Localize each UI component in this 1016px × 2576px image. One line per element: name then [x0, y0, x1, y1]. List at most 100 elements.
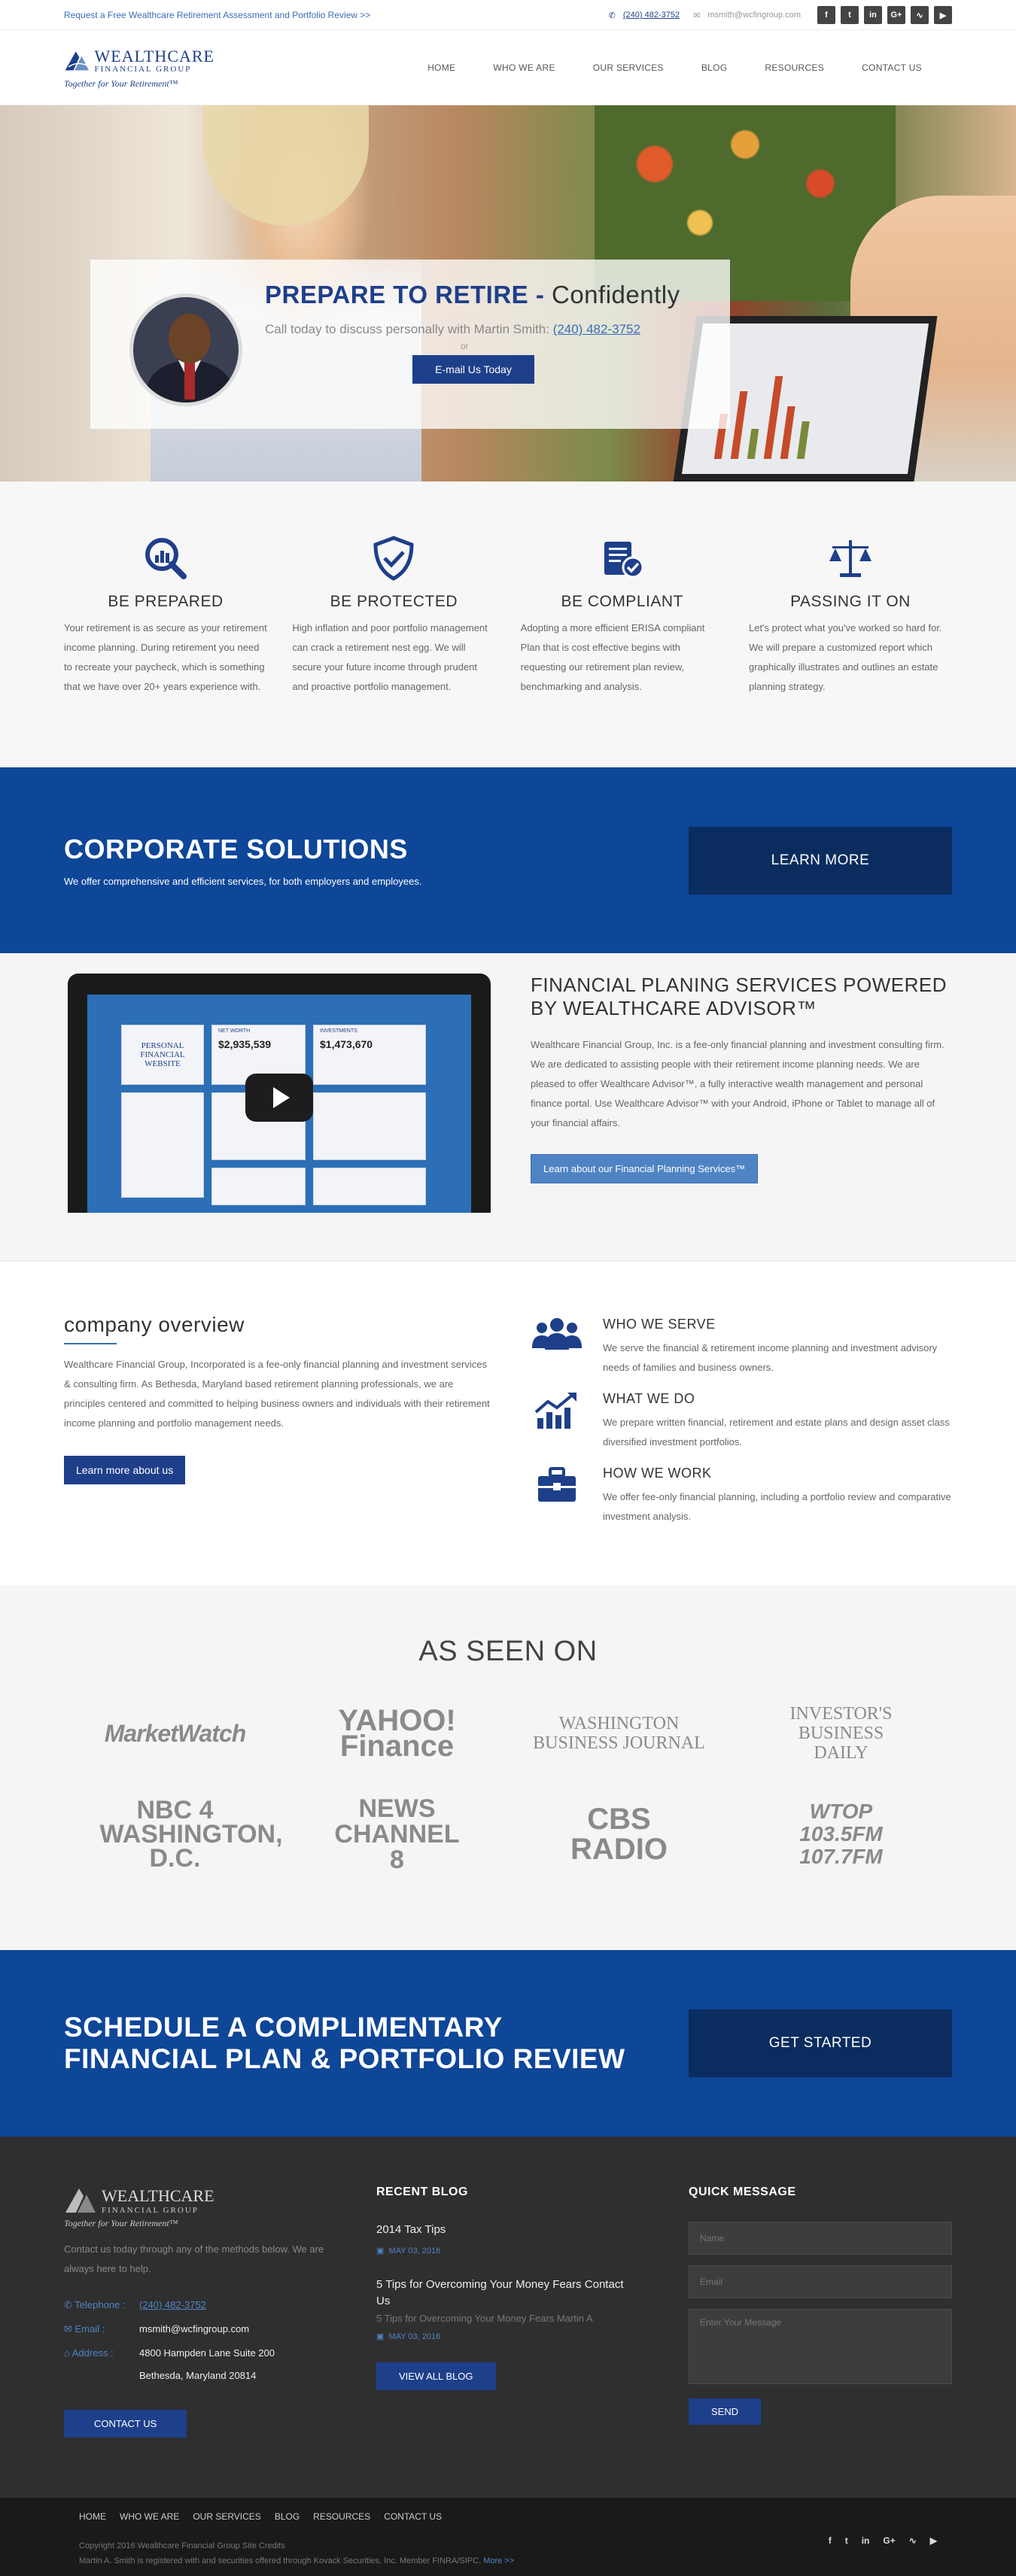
- who-we-serve-item: WHO WE SERVE We serve the financial & ret…: [531, 1317, 952, 1378]
- bottom-social-links: f t in G+ ∿ ▶: [829, 2535, 937, 2546]
- nav-home[interactable]: HOME: [427, 62, 455, 73]
- nav-our-services[interactable]: OUR SERVICES: [593, 62, 664, 73]
- facebook-icon[interactable]: f: [817, 6, 835, 24]
- bottom-nav-home[interactable]: HOME: [79, 2511, 106, 2522]
- nav-contact-us[interactable]: CONTACT US: [862, 62, 922, 73]
- planning-title: FINANCIAL PLANING SERVICES POWERED BY WE…: [531, 974, 948, 1019]
- hero-card: PREPARE TO RETIRE - Confidently Call tod…: [90, 260, 730, 429]
- company-overview-section: company overview Wealthcare Financial Gr…: [0, 1262, 1016, 1585]
- facebook-icon[interactable]: f: [829, 2535, 832, 2546]
- youtube-icon[interactable]: ▶: [934, 6, 952, 24]
- send-button[interactable]: SEND: [689, 2398, 762, 2425]
- footer-address: ⌂ Address :4800 Hampden Lane Suite 200 Be…: [64, 2347, 275, 2381]
- feature-title: BE COMPLIANT: [561, 593, 683, 610]
- learn-more-button[interactable]: LEARN MORE: [689, 826, 952, 895]
- message-field[interactable]: [689, 2309, 952, 2384]
- overview-title: company overview: [64, 1313, 245, 1336]
- nav-resources[interactable]: RESOURCES: [765, 62, 824, 73]
- recent-blog-title: RECENT BLOG: [376, 2186, 468, 2198]
- planning-services-button[interactable]: Learn about our Financial Planning Servi…: [531, 1154, 759, 1183]
- screen-title: PERSONAL FINANCIAL WEBSITE: [140, 1041, 185, 1068]
- youtube-icon[interactable]: ▶: [930, 2535, 937, 2546]
- post-title[interactable]: 5 Tips for Overcoming Your Money Fears C…: [376, 2277, 640, 2310]
- top-email-link[interactable]: msmith@wcfingroup.com: [707, 11, 801, 20]
- bottom-bar: HOME WHO WE ARE OUR SERVICES BLOG RESOUR…: [0, 2498, 1016, 2576]
- play-icon[interactable]: [245, 1074, 313, 1122]
- scales-icon: [829, 540, 872, 577]
- top-phone-link[interactable]: (240) 482-3752: [623, 11, 680, 20]
- schedule-title: SCHEDULE A COMPLIMENTARY FINANCIAL PLAN &…: [64, 2012, 625, 2074]
- post-excerpt: 5 Tips for Overcoming Your Money Fears M…: [376, 2313, 593, 2324]
- logo-sub: FINANCIAL GROUP: [94, 65, 192, 74]
- feature-compliant: BE COMPLIANT Adopting a more efficient E…: [521, 534, 724, 697]
- investments-label: INVESTMENTS: [320, 1028, 357, 1034]
- phone-icon: ✆: [608, 11, 616, 20]
- footer-email: ✉ Email : msmith@wcfingroup.com: [64, 2323, 250, 2334]
- feature-title: BE PROTECTED: [330, 593, 458, 610]
- bottom-nav-contact-us[interactable]: CONTACT US: [384, 2511, 442, 2522]
- top-social-links: f t in G+ ∿ ▶: [817, 6, 952, 24]
- bottom-nav-who-we-are[interactable]: WHO WE ARE: [120, 2511, 179, 2522]
- bottom-nav: HOME WHO WE ARE OUR SERVICES BLOG RESOUR…: [79, 2511, 952, 2522]
- twitter-icon[interactable]: t: [841, 6, 859, 24]
- main-nav: HOME WHO WE ARE OUR SERVICES BLOG RESOUR…: [427, 62, 922, 73]
- logo-tagline: Together for Your Retirement™: [64, 78, 178, 89]
- free-assessment-link[interactable]: Request a Free Wealthcare Retirement Ass…: [64, 10, 370, 20]
- google-plus-icon[interactable]: G+: [887, 6, 905, 24]
- corporate-solutions-band: CORPORATE SOLUTIONS We offer comprehensi…: [0, 767, 1016, 953]
- what-we-do-item: WHAT WE DO We prepare written financial, …: [531, 1391, 952, 1452]
- news-channel-8-logo: NEWS CHANNEL 8: [334, 1794, 460, 1874]
- view-all-blog-button[interactable]: VIEW ALL BLOG: [376, 2362, 496, 2390]
- footer-contact-button[interactable]: CONTACT US: [64, 2410, 187, 2438]
- linkedin-icon[interactable]: in: [864, 6, 882, 24]
- get-started-button[interactable]: GET STARTED: [689, 2009, 952, 2077]
- title-underline: [64, 1343, 117, 1344]
- video-player[interactable]: PERSONAL FINANCIAL WEBSITE NET WORTH $2,9…: [68, 974, 491, 1213]
- learn-more-about-us-button[interactable]: Learn more about us: [64, 1456, 186, 1484]
- blog-post: 5 Tips for Overcoming Your Money Fears C…: [376, 2277, 640, 2341]
- feature-passing-on: PASSING IT ON Let's protect what you've …: [749, 534, 952, 697]
- linkedin-icon[interactable]: in: [862, 2535, 870, 2546]
- people-icon: [532, 1318, 582, 1350]
- seen-title: AS SEEN ON: [418, 1636, 598, 1667]
- shield-check-icon: [373, 536, 414, 581]
- planning-text: Wealthcare Financial Group, Inc. is a fe…: [531, 1039, 945, 1129]
- bottom-nav-resources[interactable]: RESOURCES: [313, 2511, 370, 2522]
- twitter-icon[interactable]: t: [845, 2535, 848, 2546]
- footer-logo[interactable]: WEALTHCARE FINANCIAL GROUP Together for Y…: [64, 2186, 327, 2229]
- feature-title: PASSING IT ON: [790, 593, 911, 610]
- hero-phone-link[interactable]: (240) 482-3752: [553, 322, 640, 336]
- rss-icon[interactable]: ∿: [909, 2535, 917, 2546]
- item-text: We offer fee-only financial planning, in…: [603, 1491, 951, 1522]
- envelope-icon: ✉: [693, 11, 701, 20]
- name-field[interactable]: [689, 2222, 952, 2255]
- footer-phone-link[interactable]: (240) 482-3752: [139, 2297, 206, 2313]
- feature-title: BE PREPARED: [108, 593, 224, 610]
- site-logo[interactable]: WEALTHCARE FINANCIAL GROUP Together for …: [64, 46, 214, 90]
- calendar-icon: ▣: [376, 2246, 385, 2256]
- overview-text: Wealthcare Financial Group, Incorporated…: [64, 1359, 490, 1429]
- bottom-nav-blog[interactable]: BLOG: [275, 2511, 300, 2522]
- item-title: HOW WE WORK: [603, 1466, 712, 1481]
- rss-icon[interactable]: ∿: [911, 6, 929, 24]
- bottom-nav-our-services[interactable]: OUR SERVICES: [193, 2511, 260, 2522]
- google-plus-icon[interactable]: G+: [883, 2535, 895, 2546]
- email-us-button[interactable]: E-mail Us Today: [412, 355, 534, 384]
- business-journal-logo: WASHINGTON BUSINESS JOURNAL: [533, 1714, 705, 1753]
- item-text: We serve the financial & retirement inco…: [603, 1342, 938, 1373]
- tablet-screen: PERSONAL FINANCIAL WEBSITE NET WORTH $2,9…: [87, 995, 471, 1213]
- hero-call-text: Call today to discuss personally with Ma…: [265, 322, 640, 336]
- footer-intro: Contact us today through any of the meth…: [64, 2243, 324, 2274]
- more-link[interactable]: More >>: [483, 2556, 514, 2565]
- blog-post: 2014 Tax Tips ▣ MAY 03, 2016: [376, 2222, 640, 2256]
- logo-brand: WEALTHCARE: [94, 47, 214, 65]
- nav-who-we-are[interactable]: WHO WE ARE: [493, 62, 555, 73]
- email-field[interactable]: [689, 2265, 952, 2298]
- nbc4-logo: NBC 4 WASHINGTON, D.C.: [99, 1796, 283, 1873]
- post-title[interactable]: 2014 Tax Tips: [376, 2222, 640, 2238]
- nav-blog[interactable]: BLOG: [701, 62, 728, 73]
- item-text: We prepare written financial, retirement…: [603, 1417, 950, 1447]
- logo-mark-icon: [65, 51, 89, 71]
- net-worth-label: NET WORTH: [218, 1028, 251, 1034]
- item-title: WHO WE SERVE: [603, 1317, 716, 1332]
